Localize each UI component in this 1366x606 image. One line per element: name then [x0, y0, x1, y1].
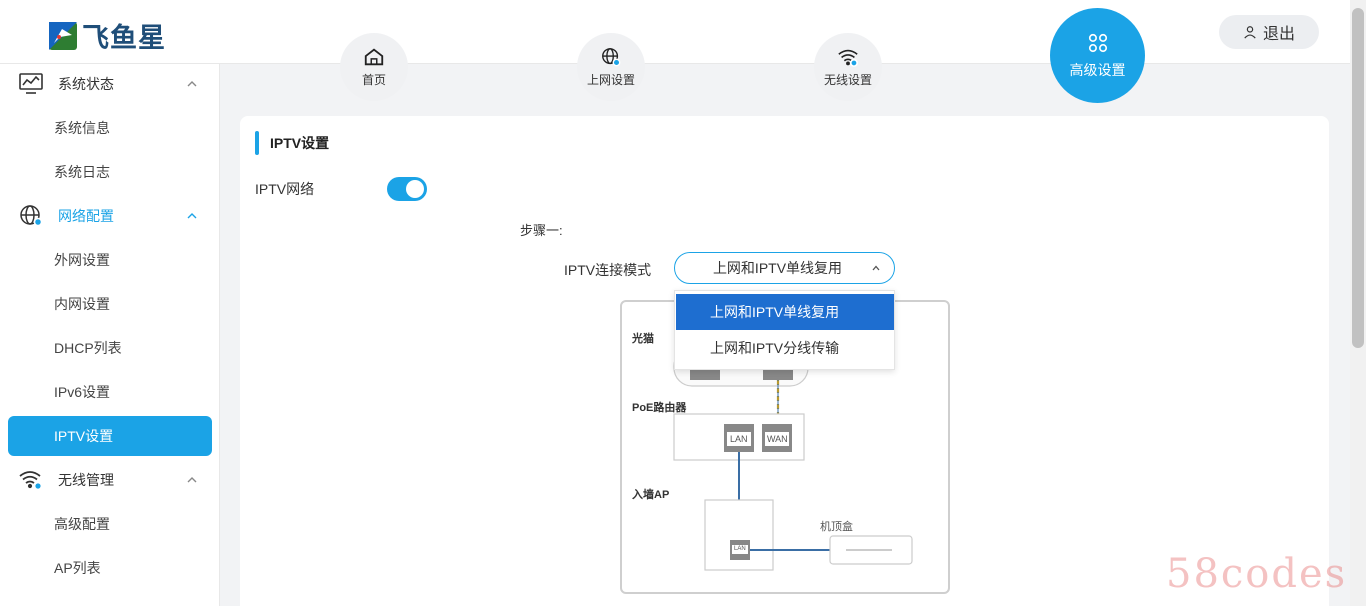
logout-button[interactable]: 退出 [1219, 15, 1319, 49]
sidebar-item-dhcp-list[interactable]: DHCP列表 [8, 328, 212, 368]
globe-gear-icon [20, 205, 43, 227]
sidebar-item-ap-list[interactable]: AP列表 [8, 548, 212, 588]
section-title: IPTV设置 [255, 131, 329, 155]
chevron-up-icon [187, 81, 197, 87]
nav-home[interactable]: 首页 [340, 33, 408, 101]
iptv-mode-dropdown: 上网和IPTV单线复用 上网和IPTV分线传输 [674, 290, 895, 370]
nav-advanced-label: 高级设置 [1069, 61, 1126, 78]
sidebar-group-wireless-management[interactable]: 无线管理 [0, 460, 220, 500]
globe-gear-icon [602, 48, 621, 67]
user-icon [1244, 26, 1256, 39]
home-icon [364, 48, 384, 66]
watermark: 58codes [1166, 551, 1348, 597]
chevron-up-icon [187, 213, 197, 219]
iptv-mode-value: 上网和IPTV单线复用 [712, 260, 843, 276]
sidebar-group-label: 网络配置 [58, 208, 114, 224]
diagram-modem-label: 光猫 [632, 333, 654, 345]
sidebar-item-advanced-config[interactable]: 高级配置 [8, 504, 212, 544]
iptv-mode-select[interactable]: 上网和IPTV单线复用 [674, 252, 895, 284]
nav-advanced-settings[interactable]: 高级设置 [1050, 8, 1145, 103]
logo: 飞鱼星 [48, 16, 166, 55]
nav-internet-settings[interactable]: 上网设置 [577, 33, 645, 101]
nav-wireless-label: 无线设置 [823, 73, 872, 87]
diagram-ap-port-label: LAN [734, 546, 746, 552]
wifi-gear-icon [19, 471, 43, 491]
section-title-bar [255, 131, 259, 155]
nav-wireless-settings[interactable]: 无线设置 [814, 33, 882, 101]
chevron-up-icon [187, 477, 197, 483]
sidebar-item-system-log[interactable]: 系统日志 [8, 152, 212, 192]
section-title-text: IPTV设置 [270, 135, 330, 151]
dropdown-option-single-line[interactable]: 上网和IPTV单线复用 [676, 294, 894, 330]
nav-internet-label: 上网设置 [586, 73, 635, 87]
sidebar-item-wan-settings[interactable]: 外网设置 [8, 240, 212, 280]
nav-home-label: 首页 [361, 73, 386, 87]
sidebar-group-system-status[interactable]: 系统状态 [0, 64, 220, 104]
diagram-stb-label: 机顶盒 [820, 521, 853, 533]
dropdown-option-separate-line[interactable]: 上网和IPTV分线传输 [676, 330, 894, 366]
sidebar-item-iptv-settings[interactable]: IPTV设置 [8, 416, 212, 456]
diagram-router-label: PoE路由器 [632, 402, 687, 414]
sidebar-item-ipv6-settings[interactable]: IPv6设置 [8, 372, 212, 412]
chevron-up-icon [872, 265, 880, 271]
toggle-knob [406, 180, 424, 198]
sidebar-item-system-info[interactable]: 系统信息 [8, 108, 212, 148]
iptv-network-toggle[interactable] [387, 177, 427, 201]
iptv-network-label: IPTV网络 [255, 181, 315, 197]
monitor-icon [19, 73, 43, 94]
sidebar-group-label: 系统状态 [58, 76, 114, 92]
sidebar-group-network-config[interactable]: 网络配置 [0, 196, 220, 236]
step-label: 步骤一: [520, 223, 563, 238]
diagram-ap-label: 入墙AP [632, 489, 670, 501]
diagram-lan-port-label: LAN [730, 434, 748, 444]
logo-text: 飞鱼星 [82, 23, 166, 54]
logout-label: 退出 [1262, 26, 1295, 43]
scrollbar-thumb[interactable] [1352, 8, 1364, 348]
logo-icon [49, 21, 77, 50]
wifi-gear-icon [838, 49, 858, 67]
sidebar-item-lan-settings[interactable]: 内网设置 [8, 284, 212, 324]
grid-icon [1088, 33, 1107, 52]
sidebar-group-label: 无线管理 [58, 472, 114, 488]
iptv-mode-label: IPTV连接模式 [564, 262, 652, 278]
diagram-wan-port-label: WAN [767, 434, 788, 444]
top-header: 飞鱼星 [0, 0, 1350, 64]
